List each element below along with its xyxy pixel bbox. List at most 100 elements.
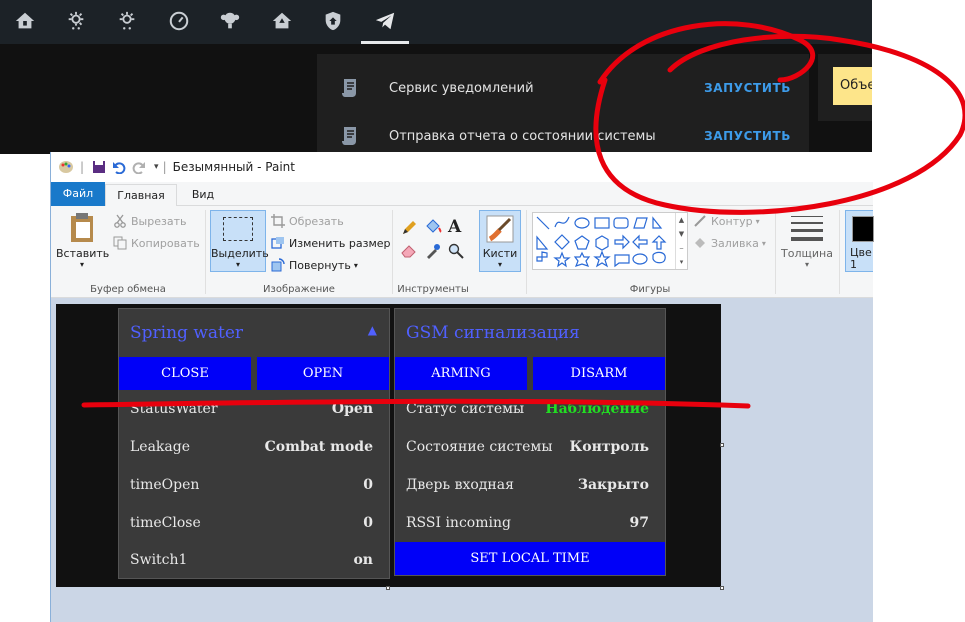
row-value: Наблюдение [545,401,649,417]
row-label: Switch1 [130,552,188,568]
paste-dropdown-icon[interactable]: ▾ [56,260,108,269]
weather-partly-cloudy-icon[interactable] [112,6,142,36]
resize-handle-right[interactable] [720,443,724,447]
color1-swatch [852,216,874,242]
object-chip[interactable]: Объе [833,67,872,105]
run-button[interactable]: ЗАПУСТИТЬ [704,81,791,95]
undo-icon[interactable] [112,160,126,174]
card-title: GSM сигнализация [406,323,580,343]
text-tool-icon[interactable]: A [448,217,461,237]
run-button[interactable]: ЗАПУСТИТЬ [704,129,791,143]
pasted-image: Spring water ▲ CLOSE OPEN StatusWater Ope… [56,304,721,587]
tab-view[interactable]: Вид [181,184,225,206]
group-label-tools: Инструменты [397,284,469,295]
size-line-2 [791,222,823,224]
collapse-icon[interactable]: ▲ [368,323,377,337]
service-row-report: Отправка отчета о состоянии системы ЗАПУ… [317,116,809,156]
shapes-gallery[interactable]: ▲ ▼ ⎯ ▾ [532,212,688,270]
crop-icon [271,214,285,228]
service-label: Отправка отчета о состоянии системы [389,128,656,144]
outline-button[interactable]: Контур ▾ [693,214,760,228]
eraser-icon[interactable] [401,244,417,258]
gauge-icon[interactable] [164,6,194,36]
tab-file[interactable]: Файл [51,182,105,206]
home-lock-icon[interactable] [10,6,40,36]
magnifier-icon[interactable] [448,243,464,259]
tab-home[interactable]: Главная [105,184,177,206]
row-value: on [353,552,373,568]
paste-button[interactable]: Вставить [56,247,109,260]
home-outline-icon[interactable] [267,6,297,36]
close-button[interactable]: CLOSE [119,357,251,390]
paste-icon[interactable] [68,212,98,244]
telegram-icon[interactable] [370,6,400,36]
weather-snow-icon[interactable] [61,6,91,36]
window-title: Безымянный - Paint [172,160,295,174]
script-icon [342,79,356,97]
entity-row: Leakage Combat mode [119,428,389,466]
copy-button[interactable]: Копировать [113,236,200,250]
size-button[interactable]: Толщина ▾ [781,212,833,282]
pencil-icon[interactable] [401,220,417,236]
shield-home-icon[interactable] [318,6,348,36]
lightbulb-group-icon[interactable] [215,6,245,36]
group-separator [775,210,776,294]
size-line-1 [791,216,823,217]
shapes-icons [536,216,667,268]
cut-label: Вырезать [131,214,187,228]
gallery-scroll[interactable]: ▲ ▼ ⎯ ▾ [675,213,687,269]
size-dropdown-icon: ▾ [804,260,809,269]
group-label-shapes: Фигуры [629,284,671,295]
card-header: Spring water ▲ [119,309,389,357]
rotate-dropdown-icon: ▾ [353,260,358,270]
color1-button[interactable]: Цве 1 [845,210,874,272]
save-icon[interactable] [92,160,106,174]
customize-toolbar-icon[interactable]: ▾ [154,162,159,172]
service-label: Сервис уведомлений [389,80,534,96]
redo-icon[interactable] [132,160,146,174]
resize-handle-bottom[interactable] [386,586,390,590]
paint-window: | ▾ | Безымянный - Paint Файл Главная Ви… [50,152,874,622]
paint-app-icon [59,161,73,173]
group-separator [392,210,393,294]
brushes-label: Кисти [482,247,518,260]
row-value: 0 [363,515,373,531]
size-line-4 [791,237,823,241]
disarm-button[interactable]: DISARM [533,357,665,390]
cut-button[interactable]: Вырезать [113,214,186,228]
fill-bucket-icon[interactable] [424,218,442,236]
row-label: Статус системы [406,401,525,417]
rotate-button[interactable]: Повернуть ▾ [271,258,358,272]
select-dropdown-icon: ▾ [235,260,240,269]
group-separator [526,210,527,294]
card-header: GSM сигнализация [395,309,665,357]
button-row: ARMING DISARM [395,357,665,390]
resize-handle-corner[interactable] [720,586,724,590]
entity-row: timeOpen 0 [119,466,389,504]
scissors-icon [114,214,126,228]
resize-icon [271,237,284,249]
entity-row: Состояние системы Контроль [395,428,665,466]
open-button[interactable]: OPEN [257,357,389,390]
select-button[interactable]: Выделить ▾ [210,210,269,272]
brushes-button[interactable]: Кисти ▾ [479,210,521,272]
row-label: Leakage [130,439,191,455]
entity-row: Статус системы Наблюдение [395,390,665,428]
row-label: timeClose [130,515,201,531]
service-row-notifications: Сервис уведомлений ЗАПУСТИТЬ [317,68,809,108]
fill-label: Заливка [711,236,759,250]
fill-button[interactable]: Заливка ▾ [693,236,766,250]
select-label: Выделить [211,247,269,260]
color-picker-icon[interactable] [425,243,441,259]
crop-button[interactable]: Обрезать [271,214,344,228]
set-local-time-button[interactable]: SET LOCAL TIME [395,542,665,575]
row-value: 0 [363,477,373,493]
outline-label: Контур [711,214,753,228]
entity-row: RSSI incoming 97 [395,504,665,542]
copy-label: Копировать [131,236,200,250]
button-row: CLOSE OPEN [119,357,389,390]
ribbon: Вставить ▾ Вырезать Копировать Буфер обм… [51,206,874,298]
outline-icon [694,215,706,227]
arming-button[interactable]: ARMING [395,357,527,390]
resize-button[interactable]: Изменить размер [271,236,391,250]
